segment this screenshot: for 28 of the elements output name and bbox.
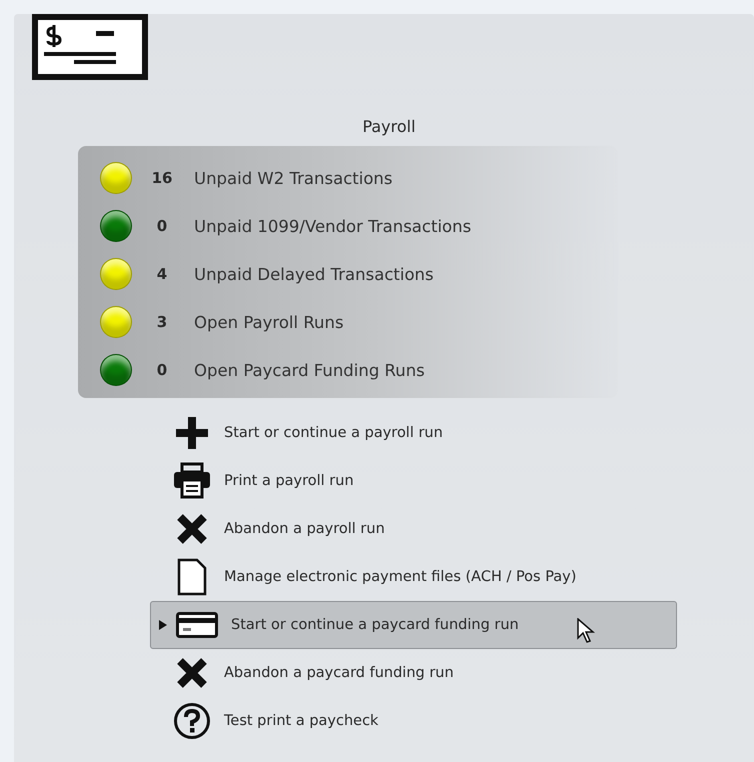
action-item[interactable]: Print a payroll run bbox=[150, 457, 677, 505]
help-icon bbox=[173, 702, 211, 740]
printer-icon bbox=[172, 462, 212, 500]
plus-icon bbox=[175, 416, 209, 450]
status-label: Unpaid 1099/Vendor Transactions bbox=[194, 216, 472, 236]
status-count: 16 bbox=[150, 169, 174, 187]
section-title: Payroll bbox=[361, 117, 417, 136]
document-icon bbox=[177, 558, 207, 596]
action-item[interactable]: Test print a paycheck bbox=[150, 697, 677, 745]
status-count: 0 bbox=[156, 361, 168, 379]
action-item[interactable]: Abandon a paycard funding run bbox=[150, 649, 677, 697]
check-icon bbox=[32, 14, 148, 80]
action-item[interactable]: Start or continue a payroll run bbox=[150, 409, 677, 457]
expand-arrow-icon bbox=[159, 620, 167, 630]
status-count: 3 bbox=[156, 313, 168, 331]
status-label: Unpaid W2 Transactions bbox=[194, 168, 392, 188]
status-label: Unpaid Delayed Transactions bbox=[194, 264, 434, 284]
mouse-pointer-icon bbox=[577, 618, 595, 644]
close-icon bbox=[176, 657, 208, 689]
close-icon bbox=[176, 513, 208, 545]
action-item[interactable]: Manage electronic payment files (ACH / Pos Pay) bbox=[150, 553, 677, 601]
status-count: 0 bbox=[156, 217, 168, 235]
credit-card-icon bbox=[176, 612, 218, 638]
status-label: Open Payroll Runs bbox=[194, 312, 344, 332]
status-count: 4 bbox=[156, 265, 168, 283]
status-label: Open Paycard Funding Runs bbox=[194, 360, 425, 380]
action-item[interactable]: Start or continue a paycard funding run bbox=[150, 601, 677, 649]
action-item[interactable]: Abandon a payroll run bbox=[150, 505, 677, 553]
